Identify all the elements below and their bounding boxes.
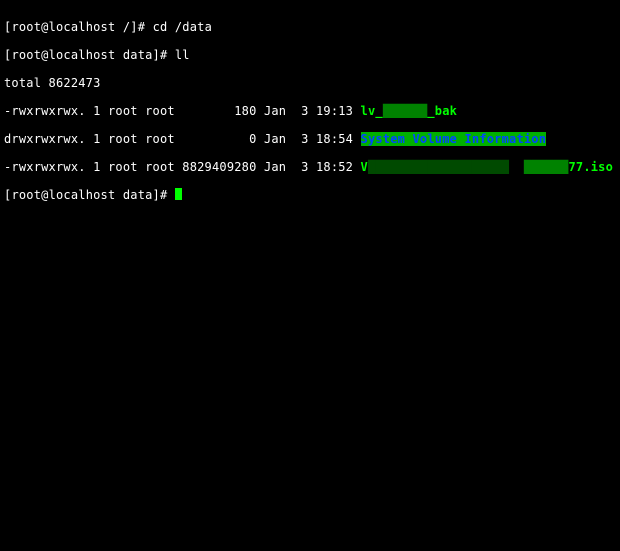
prompt-line-3: [root@localhost data]#	[4, 188, 616, 202]
file-name: V███████████████████ ██████77.iso	[361, 160, 614, 174]
command-cd: cd /data	[153, 20, 212, 34]
cursor[interactable]	[175, 188, 182, 200]
redacted-segment: ██████	[524, 160, 569, 174]
list-item: -rwxrwxrwx. 1 root root 8829409280 Jan 3…	[4, 160, 616, 174]
file-name: lv_██████_bak	[361, 104, 458, 118]
list-item: drwxrwxrwx. 1 root root 0 Jan 3 18:54 Sy…	[4, 132, 616, 146]
list-item: -rwxrwxrwx. 1 root root 180 Jan 3 19:13 …	[4, 104, 616, 118]
prompt-line-2: [root@localhost data]# ll	[4, 48, 616, 62]
terminal[interactable]: [root@localhost /]# cd /data [root@local…	[0, 0, 620, 222]
command-ll: ll	[175, 48, 190, 62]
redacted-segment: ███████████████████	[368, 160, 509, 174]
dir-name: System Volume Information	[361, 132, 547, 146]
ll-total: total 8622473	[4, 76, 616, 90]
redacted-segment: ██████	[383, 104, 428, 118]
prompt-line-1: [root@localhost /]# cd /data	[4, 20, 616, 34]
